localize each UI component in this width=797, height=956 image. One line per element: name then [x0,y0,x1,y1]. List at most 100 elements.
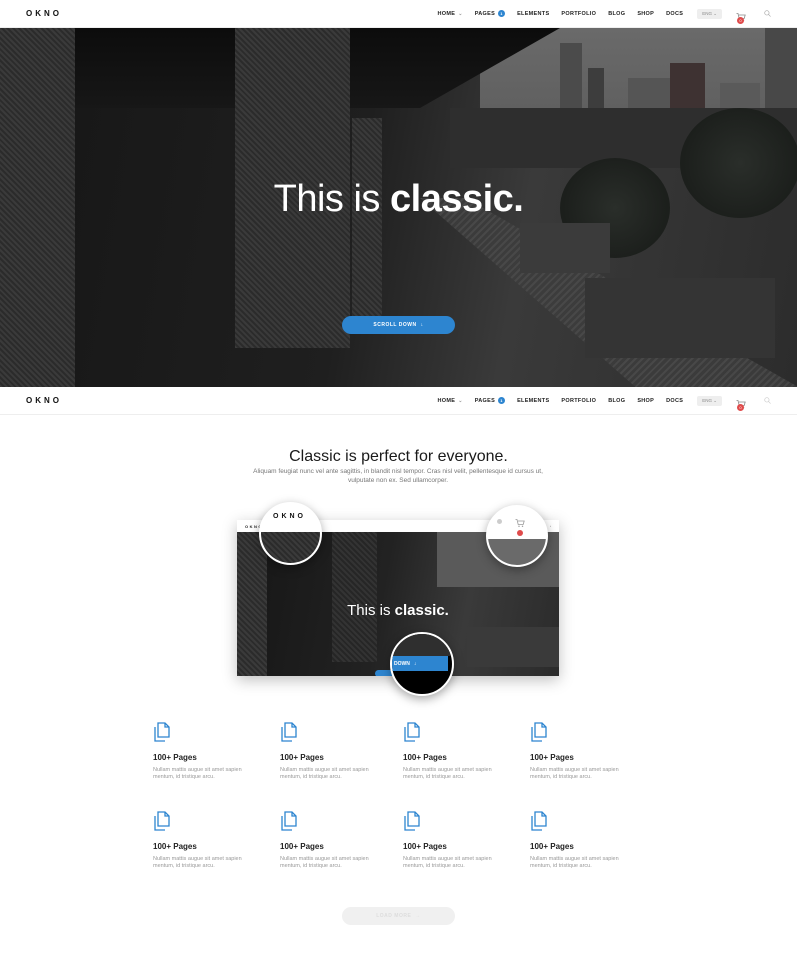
menu-item-elements[interactable]: ELEMENTS [517,398,549,404]
language-label: ENG [702,397,712,403]
site-logo[interactable]: OKNO [26,9,62,18]
section-title: Classic is perfect for everyone. [289,448,508,465]
cart-button[interactable]: 0 [736,396,746,411]
settings-dot-icon [497,519,502,524]
document-pages-icon [531,811,547,831]
menu-item-blog[interactable]: BLOG [608,11,625,17]
arrow-down-icon: ↓ [413,660,417,667]
menu-item-docs[interactable]: DOCS [666,11,683,17]
feature-title: 100+ Pages [280,842,324,851]
feature-item: 100+ Pages Nullam mattis augue sit amet … [153,811,243,870]
top-navbar: OKNO HOME ⌄ PAGES 1 ELEMENTS PORTFOLIO BLO… [0,0,797,28]
pages-badge: 1 [498,397,506,404]
menu-item-elements[interactable]: ELEMENTS [517,11,549,17]
feature-item: 100+ Pages Nullam mattis augue sit amet … [530,811,620,870]
cart-icon [515,519,525,527]
feature-text: Nullam mattis augue sit amet sapien ment… [153,856,242,869]
document-pages-icon [404,722,420,742]
pages-badge: 1 [498,10,506,17]
search-icon[interactable] [764,10,771,17]
menu-label: PORTFOLIO [561,10,597,17]
menu-label: PAGES [474,10,496,17]
cart-count-badge: 0 [737,403,744,411]
chevron-down-icon: ⌄ [458,10,463,17]
lens-button-label: DOWN [394,660,410,667]
feature-item: 100+ Pages Nullam mattis augue sit amet … [403,722,493,781]
zoom-lens-logo: OKNO [259,502,322,565]
scroll-down-button[interactable]: SCROLL DOWN ↓ [342,316,455,334]
hero-block [585,278,775,358]
menu-label: BLOG [608,397,626,404]
load-more-button[interactable]: LOAD MORE → [342,907,455,925]
main-menu: HOME ⌄ PAGES 1 ELEMENTS PORTFOLIO BLOG SHO… [438,8,772,24]
feature-item: 100+ Pages Nullam mattis augue sit amet … [530,722,620,781]
menu-label: SHOP [637,397,655,404]
document-pages-icon [154,811,170,831]
section-description: Aliquam feugiat nunc vel ante sagittis, … [253,468,543,484]
preview-title-light: This is [347,602,395,619]
menu-item-docs[interactable]: DOCS [666,398,683,404]
feature-text: Nullam mattis augue sit amet sapien ment… [280,767,369,780]
hero-title: This is classic. [0,178,797,221]
menu-label: DOCS [666,10,684,17]
search-icon[interactable] [764,397,771,404]
feature-item: 100+ Pages Nullam mattis augue sit amet … [403,811,493,870]
menu-item-pages[interactable]: PAGES 1 [474,10,506,17]
menu-item-home[interactable]: HOME ⌄ [438,398,463,404]
lens-button-bar: DOWN ↓ [392,656,448,671]
language-label: ENG [702,10,712,16]
preview-pillar [332,532,377,662]
feature-title: 100+ Pages [153,842,197,851]
feature-item: 100+ Pages Nullam mattis augue sit amet … [280,811,370,870]
feature-title: 100+ Pages [153,753,197,762]
hero-title-bold: classic. [390,178,524,220]
site-logo[interactable]: OKNO [26,396,62,405]
feature-text: Nullam mattis augue sit amet sapien ment… [530,767,619,780]
sticky-navbar: OKNO HOME ⌄ PAGES 1 ELEMENTS PORTFOLIO BLO… [0,387,797,415]
hero-block [520,223,610,273]
preview-block [467,627,559,667]
zoom-lens-cart [486,505,548,567]
language-switcher[interactable]: ENG ⌄ [697,395,722,406]
menu-label: ELEMENTS [517,10,550,17]
feature-text: Nullam mattis augue sit amet sapien ment… [403,767,492,780]
feature-title: 100+ Pages [280,753,324,762]
menu-label: SHOP [637,10,655,17]
hero-title-light: This is [273,178,390,220]
menu-label: PORTFOLIO [561,397,597,404]
load-more-label: LOAD MORE [376,913,412,919]
feature-text: Nullam mattis augue sit amet sapien ment… [530,856,619,869]
document-pages-icon [404,811,420,831]
document-pages-icon [154,722,170,742]
arrow-down-icon: ↓ [420,322,424,328]
menu-item-home[interactable]: HOME ⌄ [438,11,463,17]
feature-text: Nullam mattis augue sit amet sapien ment… [153,767,242,780]
feature-text: Nullam mattis augue sit amet sapien ment… [280,856,369,869]
menu-item-pages[interactable]: PAGES 1 [475,397,506,404]
feature-item: 100+ Pages Nullam mattis augue sit amet … [280,722,370,781]
feature-title: 100+ Pages [530,753,574,762]
document-pages-icon [531,722,547,742]
cart-button[interactable]: 0 [736,9,746,24]
menu-label: DOCS [666,397,684,404]
cart-count-badge: 0 [737,16,744,24]
cart-count-dot [517,530,523,536]
lens-logo-text: OKNO [273,513,306,520]
menu-item-portfolio[interactable]: PORTFOLIO [561,11,596,17]
menu-item-shop[interactable]: SHOP [637,398,654,404]
menu-item-shop[interactable]: SHOP [637,11,654,17]
menu-item-blog[interactable]: BLOG [608,398,625,404]
feature-text: Nullam mattis augue sit amet sapien ment… [403,856,492,869]
feature-title: 100+ Pages [530,842,574,851]
document-pages-icon [281,722,297,742]
menu-label: BLOG [608,10,626,17]
preview-title: This is classic. [237,602,559,619]
menu-item-portfolio[interactable]: PORTFOLIO [561,398,596,404]
feature-title: 100+ Pages [403,753,447,762]
menu-label: HOME [437,397,456,404]
feature-title: 100+ Pages [403,842,447,851]
chevron-down-icon: ⌄ [458,397,463,404]
language-switcher[interactable]: ENG ⌄ [697,8,722,19]
preview-title-bold: classic. [394,602,449,619]
scroll-down-label: SCROLL DOWN [373,322,417,328]
